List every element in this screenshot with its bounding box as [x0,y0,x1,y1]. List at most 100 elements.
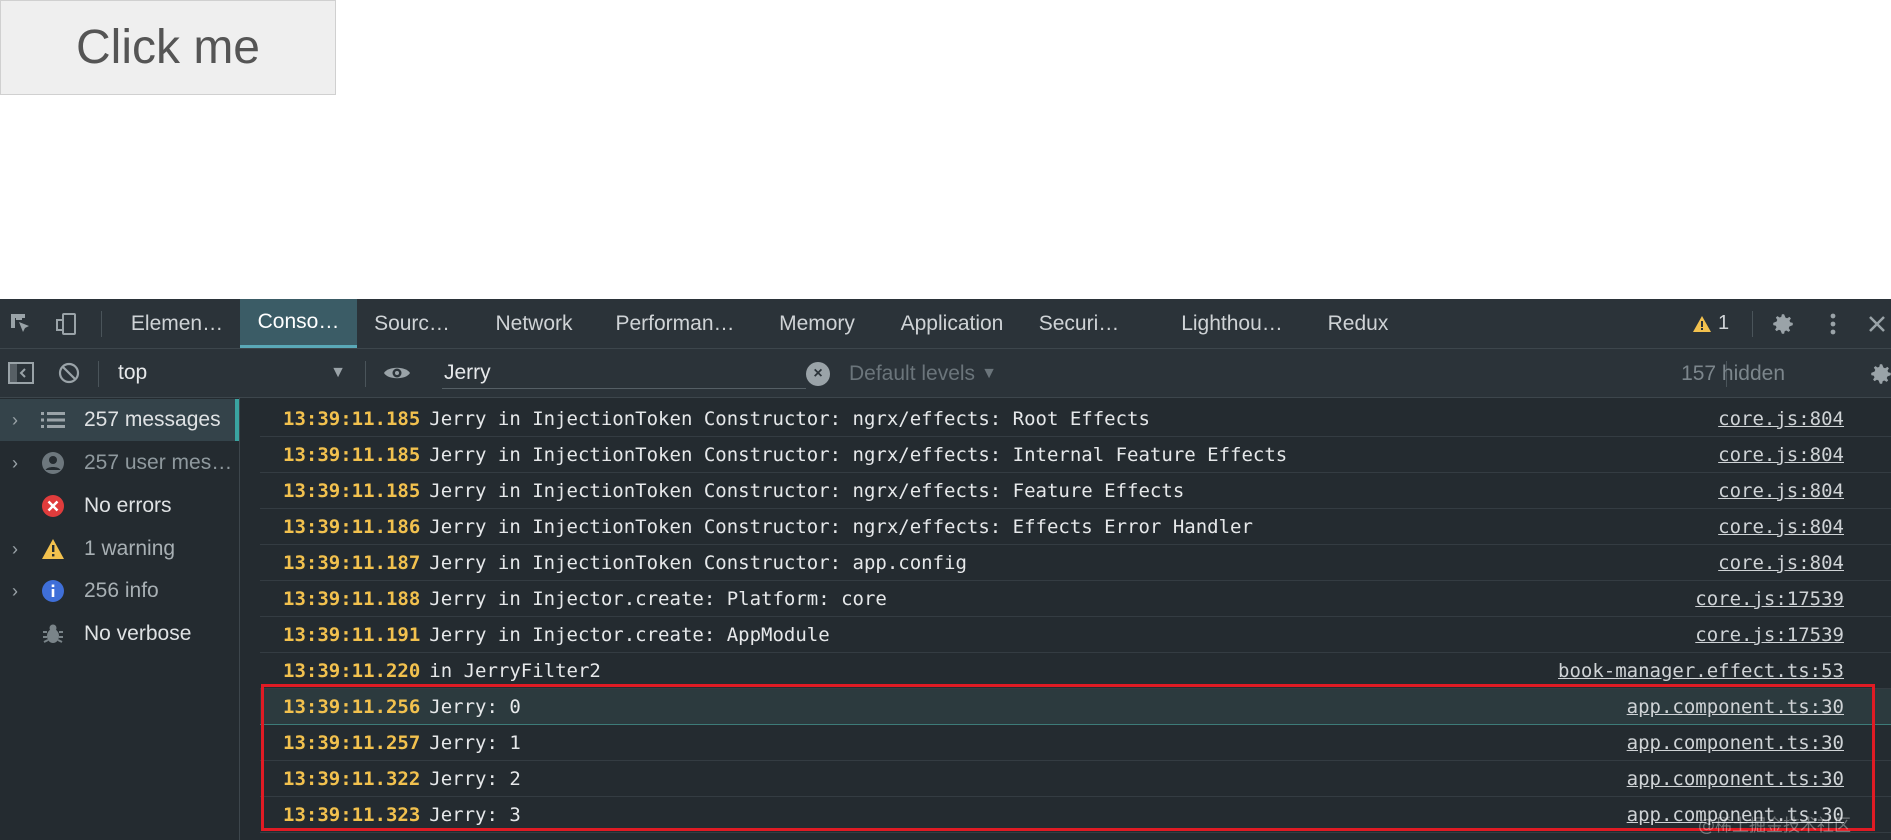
log-message: Jerry in InjectionToken Constructor: app… [429,551,967,574]
devtools-panel: Elemen… Conso… Sourc… Network Performan…… [0,299,1891,840]
toolbar-separator [365,361,366,387]
gear-icon[interactable] [1770,311,1796,337]
log-message: Jerry in InjectionToken Constructor: ngr… [429,515,1253,538]
log-row: 13:39:11.191 Jerry in Injector.create: Ap… [260,617,1891,653]
log-source-link[interactable]: core.js:804 [1718,480,1844,502]
warning-icon [1693,315,1711,332]
log-timestamp: 13:39:11.185 [283,443,421,466]
tab-lighthouse[interactable]: Lighthou… [1170,299,1294,348]
log-source-link[interactable]: core.js:17539 [1695,624,1844,646]
sidebar-item-verbose[interactable]: No verbose [0,613,239,655]
chevron-right-icon: › [12,580,18,601]
log-row: 13:39:11.186 Jerry in InjectionToken Cons… [260,509,1891,545]
context-value: top [118,361,148,384]
tab-application[interactable]: Application [888,299,1016,348]
tab-separator [1752,311,1753,337]
log-source-link[interactable]: app.component.ts:30 [1627,732,1844,754]
log-timestamp: 13:39:11.185 [283,479,421,502]
log-row: 13:39:11.322 Jerry: 2 app.component.ts:30 [260,761,1891,797]
user-icon [40,450,66,476]
log-source-link[interactable]: core.js:804 [1718,516,1844,538]
sidebar-item-messages[interactable]: › 257 messages [0,399,239,441]
log-message: Jerry in InjectionToken Constructor: ngr… [429,407,1150,430]
watermark: @稀土掘金技术社区 [1698,816,1851,836]
log-row: 13:39:11.185 Jerry in InjectionToken Cons… [260,401,1891,437]
click-me-button[interactable]: Click me [0,0,336,95]
log-row: 13:39:11.185 Jerry in InjectionToken Cons… [260,473,1891,509]
toolbar-separator [98,361,99,387]
log-row: 13:39:11.185 Jerry in InjectionToken Cons… [260,437,1891,473]
tab-sources[interactable]: Sourc… [362,299,462,348]
tab-elements[interactable]: Elemen… [116,299,238,348]
log-row: 13:39:11.323 Jerry: 3 app.component.ts:30 [260,797,1891,833]
log-source-link[interactable]: app.component.ts:30 [1627,768,1844,790]
filter-input[interactable] [442,357,806,389]
log-message: in JerryFilter2 [429,659,601,682]
sidebar-item-info[interactable]: › 256 info [0,570,239,612]
log-timestamp: 13:39:11.323 [283,803,421,826]
sidebar-item-label: No errors [84,494,172,517]
log-row: 13:39:11.187 Jerry in InjectionToken Cons… [260,545,1891,581]
tab-performance[interactable]: Performan… [604,299,746,348]
page-area: Click me [0,0,1891,299]
sidebar-item-label: 256 info [84,579,159,602]
warning-count: 1 [1718,312,1730,334]
inspect-element-icon[interactable] [8,311,34,337]
sidebar-item-errors[interactable]: No errors [0,485,239,527]
log-row: 13:39:11.257 Jerry: 1 app.component.ts:30 [260,725,1891,761]
sidebar-item-label: 257 user mess… [84,451,234,474]
log-timestamp: 13:39:11.186 [283,515,421,538]
list-icon [40,407,66,433]
info-icon [40,578,66,604]
sidebar-item-label: 257 messages [84,408,221,431]
log-message: Jerry in InjectionToken Constructor: ngr… [429,479,1185,502]
tab-separator [101,311,102,337]
more-options-icon[interactable] [1820,311,1846,337]
bug-icon [40,621,66,647]
hidden-count: 157 hidden [1681,361,1785,385]
log-source-link[interactable]: core.js:804 [1718,408,1844,430]
clear-filter-icon[interactable]: × [806,362,830,386]
sidebar-toggle-icon[interactable] [8,361,34,390]
dropdown-arrow-icon: ▼ [330,364,346,381]
sidebar-item-user-messages[interactable]: › 257 user mess… [0,442,239,484]
log-timestamp: 13:39:11.187 [283,551,421,574]
log-timestamp: 13:39:11.256 [283,695,421,718]
clear-console-icon[interactable] [57,361,81,390]
log-message: Jerry: 2 [429,767,521,790]
log-timestamp: 13:39:11.257 [283,731,421,754]
console-log: 13:39:11.185 Jerry in InjectionToken Cons… [240,398,1891,840]
sidebar-item-warnings[interactable]: › 1 warning [0,528,239,570]
tab-redux[interactable]: Redux [1318,299,1398,348]
device-toolbar-icon[interactable] [54,311,80,337]
log-message: Jerry: 1 [429,731,521,754]
log-source-link[interactable]: core.js:804 [1718,552,1844,574]
log-row: 13:39:11.256 Jerry: 0 app.component.ts:30 [260,689,1891,725]
chevron-right-icon: › [12,452,18,473]
console-toolbar: top ▼ × Default levels ▼ 157 hidden [0,349,1891,398]
warning-counter[interactable]: 1 [1692,299,1729,348]
log-source-link[interactable]: app.component.ts:30 [1627,696,1844,718]
log-message: Jerry: 3 [429,803,521,826]
log-message: Jerry: 0 [429,695,521,718]
log-source-link[interactable]: core.js:17539 [1695,588,1844,610]
console-sidebar: › 257 messages › 257 user mess… No error… [0,398,240,840]
log-timestamp: 13:39:11.220 [283,659,421,682]
tab-console[interactable]: Conso… [240,299,357,348]
log-levels-dropdown[interactable]: Default levels ▼ [849,349,997,398]
log-timestamp: 13:39:11.185 [283,407,421,430]
tab-memory[interactable]: Memory [766,299,868,348]
log-timestamp: 13:39:11.188 [283,587,421,610]
tab-security[interactable]: Securi… [1034,299,1124,348]
log-row: 13:39:11.188 Jerry in Injector.create: Pl… [260,581,1891,617]
chevron-right-icon: › [12,538,18,559]
context-selector[interactable]: top ▼ [110,357,352,389]
log-source-link[interactable]: core.js:804 [1718,444,1844,466]
log-message: Jerry in InjectionToken Constructor: ngr… [429,443,1288,466]
close-icon[interactable] [1864,311,1890,337]
log-source-link[interactable]: book-manager.effect.ts:53 [1558,660,1844,682]
tab-network[interactable]: Network [478,299,590,348]
console-settings-icon[interactable] [1868,361,1891,392]
warning-icon [40,536,66,562]
eye-icon[interactable] [382,361,412,390]
